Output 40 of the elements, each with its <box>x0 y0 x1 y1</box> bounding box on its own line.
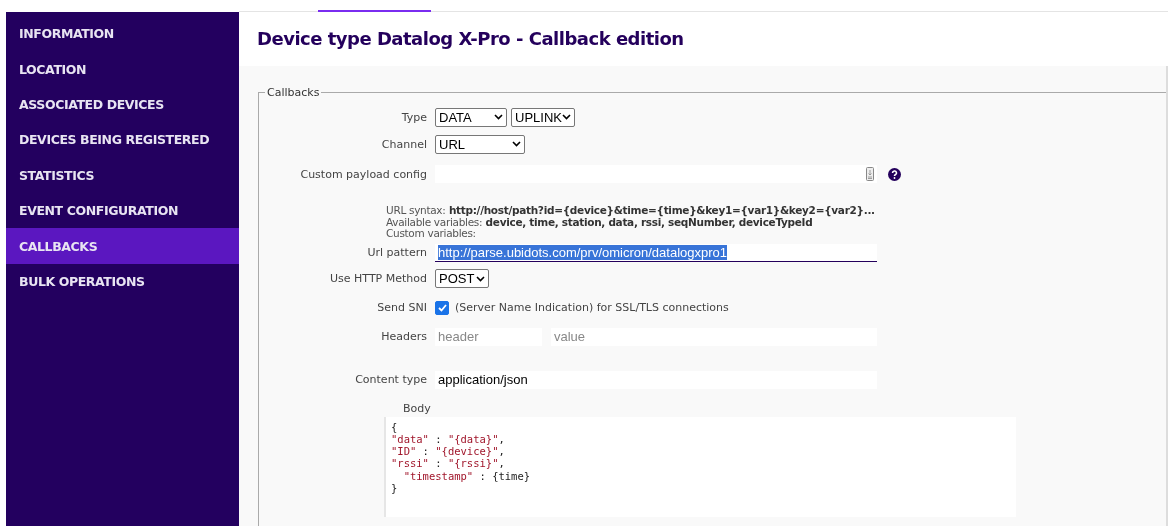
type-select[interactable]: DATA <box>435 107 507 127</box>
help-text: Available variables: device, time, station, data, rssi, seqNumber, deviceTypeId <box>386 216 813 228</box>
field-label: Channel <box>380 137 427 151</box>
sidebar-item[interactable]: EVENT CONFIGURATION <box>6 192 239 229</box>
sidebar-item[interactable]: DEVICES BEING REGISTERED <box>6 122 239 158</box>
sidebar-item[interactable]: INFORMATION <box>6 16 239 52</box>
fieldset-legend: Callbacks <box>265 86 322 99</box>
field-label: Headers <box>380 330 427 343</box>
body-code-editor[interactable]: { "data" : "{data}", "ID" : "{device}", "rssi" : "{rssi}", "timestamp" : {time} } <box>384 416 1016 517</box>
sidebar-item[interactable]: STATISTICS <box>6 157 239 193</box>
chevron-icon <box>512 141 521 147</box>
channel-select[interactable]: URL <box>435 134 525 154</box>
help-icon[interactable] <box>888 167 901 181</box>
send-sni-checkbox[interactable] <box>435 300 449 315</box>
field-label: Type <box>400 110 427 124</box>
type-select[interactable]: UPLINK <box>511 107 575 127</box>
content-type-field[interactable]: application/json <box>435 370 877 389</box>
field-label: Custom payload config <box>299 167 427 181</box>
field-label: Url pattern <box>366 246 427 259</box>
checkbox-label: (Server Name Indication) for SSL/TLS connections <box>455 301 729 314</box>
field-label: Send SNI <box>376 301 427 314</box>
field-label: Use HTTP Method <box>329 272 427 285</box>
field-label: Content type <box>354 373 427 386</box>
sidebar-item[interactable]: LOCATION <box>6 51 239 87</box>
page-title: Device type Datalog X-Pro - Callback edition <box>256 27 685 52</box>
sidebar-item[interactable]: CALLBACKS <box>6 228 239 264</box>
help-text: Custom variables: <box>386 228 477 240</box>
help-text: URL syntax: http://host/path?id={device}&time={time}&key1={var1}&key2={var2}... <box>386 205 876 217</box>
value-field[interactable]: value <box>551 327 877 346</box>
url-pattern-field[interactable]: http://parse.ubidots.com/prv/omicron/datalogxpro1 <box>435 243 877 262</box>
header-field[interactable]: header <box>435 327 542 346</box>
resize-icon <box>866 167 874 181</box>
sidebar-item[interactable]: ASSOCIATED DEVICES <box>6 86 239 123</box>
chevron-icon <box>476 275 485 282</box>
chevron-icon <box>562 114 571 120</box>
sidebar-item[interactable]: BULK OPERATIONS <box>6 263 239 300</box>
input-field[interactable] <box>435 165 877 183</box>
field-label: Body <box>403 401 431 415</box>
chevron-icon <box>494 114 503 120</box>
http-method-select[interactable]: POST <box>435 269 489 288</box>
